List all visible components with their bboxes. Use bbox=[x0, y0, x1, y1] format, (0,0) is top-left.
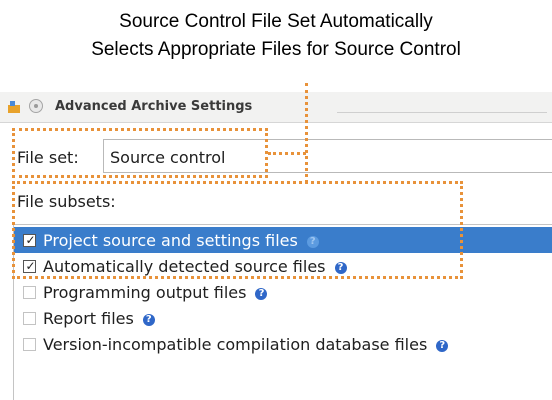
checkbox[interactable] bbox=[23, 286, 36, 299]
subset-label: Version-incompatible compilation databas… bbox=[43, 335, 449, 354]
subset-label-text: Programming output files bbox=[43, 283, 247, 302]
help-icon[interactable]: ? bbox=[142, 314, 155, 326]
subset-label: Programming output files? bbox=[43, 283, 268, 302]
subset-row-version-incompatible[interactable]: Version-incompatible compilation databas… bbox=[14, 331, 552, 357]
annotation-caption: Source Control File Set Automatically Se… bbox=[0, 8, 552, 64]
callout-vertical-line bbox=[305, 83, 308, 183]
window-title: Advanced Archive Settings bbox=[55, 99, 253, 114]
subset-label-text: Report files bbox=[43, 309, 134, 328]
window-titlebar: Advanced Archive Settings bbox=[0, 92, 552, 123]
subset-label: Report files? bbox=[43, 309, 155, 328]
subset-row-programming-output[interactable]: Programming output files? bbox=[14, 279, 552, 305]
help-icon[interactable]: ? bbox=[436, 340, 449, 352]
fileset-highlight-box bbox=[12, 128, 268, 178]
checkbox[interactable] bbox=[23, 338, 36, 351]
checkbox[interactable] bbox=[23, 312, 36, 325]
subset-label-text: Version-incompatible compilation databas… bbox=[43, 335, 428, 354]
fileset-callout-line bbox=[268, 152, 306, 155]
caption-line-1: Source Control File Set Automatically bbox=[119, 11, 433, 32]
titlebar-divider bbox=[337, 112, 547, 113]
subset-row-report-files[interactable]: Report files? bbox=[14, 305, 552, 331]
app-icon bbox=[8, 101, 20, 113]
help-icon[interactable]: ? bbox=[255, 288, 268, 300]
window-menu-icon[interactable] bbox=[29, 99, 43, 113]
subsets-highlight-box bbox=[12, 181, 463, 279]
caption-line-2: Selects Appropriate Files for Source Con… bbox=[91, 39, 461, 60]
